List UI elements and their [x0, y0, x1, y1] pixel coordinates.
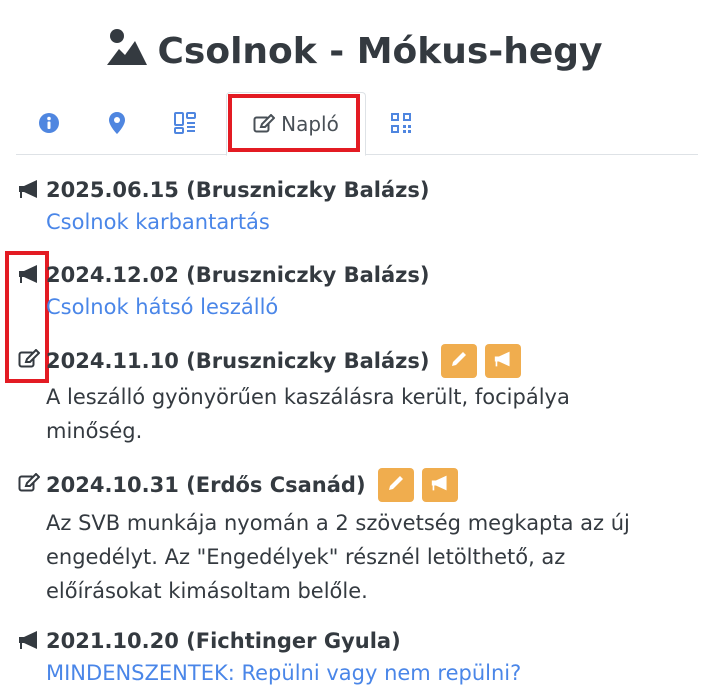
entry-link[interactable]: Csolnok hátsó leszálló: [46, 295, 278, 319]
tab-bar: Napló: [16, 92, 698, 156]
entry-header: 2024.12.02 (Bruszniczky Balázs): [46, 263, 430, 287]
page-title: Csolnok - Mókus-hegy: [0, 22, 708, 80]
edit-icon: [253, 114, 276, 134]
entry-text-line: A leszálló gyönyörűen kaszálásra került,…: [46, 385, 570, 409]
mountain-icon: [105, 27, 157, 76]
pencil-icon: [450, 349, 468, 373]
entry-header-row: 2024.10.31 (Erdős Csanád): [46, 468, 458, 502]
megaphone-icon: [16, 627, 42, 653]
announce-button[interactable]: [421, 468, 458, 502]
tab-log-label: Napló: [281, 112, 339, 136]
pencil-icon: [387, 473, 405, 497]
tab-layout[interactable]: [166, 92, 204, 154]
edit-icon: [16, 346, 42, 372]
edit-icon: [16, 470, 42, 496]
entry-text-line: Az SVB munkája nyomán a 2 szövetség megk…: [46, 511, 630, 535]
map-marker-icon: [108, 111, 126, 135]
entry-header: 2024.10.31 (Erdős Csanád): [46, 473, 366, 497]
entry-text-line: minőség.: [46, 419, 143, 443]
tab-location[interactable]: [98, 92, 136, 154]
info-circle-icon: [38, 112, 60, 134]
entry-link[interactable]: Csolnok karbantartás: [46, 210, 270, 234]
edit-button[interactable]: [377, 468, 414, 502]
tab-log[interactable]: Napló: [226, 92, 366, 156]
layout-grid-icon: [173, 111, 197, 135]
entry-header: 2025.06.15 (Bruszniczky Balázs): [46, 178, 430, 202]
megaphone-icon: [16, 176, 42, 202]
entry-text: A leszálló gyönyörűen kaszálásra került,…: [46, 380, 666, 448]
entry-header-row: 2024.11.10 (Bruszniczky Balázs): [46, 344, 522, 378]
page-title-text: Csolnok - Mókus-hegy: [157, 30, 603, 72]
entry-text-line: előírásokat kimásoltam belőle.: [46, 579, 368, 603]
entry-link[interactable]: MINDENSZENTEK: Repülni vagy nem repülni?: [46, 661, 521, 685]
tab-qr[interactable]: [382, 92, 420, 154]
qr-code-icon: [390, 112, 412, 134]
entry-header: 2024.11.10 (Bruszniczky Balázs): [46, 349, 430, 373]
megaphone-icon: [430, 473, 450, 497]
entry-header: 2021.10.20 (Fichtinger Gyula): [46, 629, 401, 653]
announce-button[interactable]: [485, 344, 522, 378]
entry-text-line: engedélyt. Az "Engedélyek" résznél letöl…: [46, 545, 566, 569]
entry-text: Az SVB munkája nyomán a 2 szövetség megk…: [46, 506, 666, 608]
edit-button[interactable]: [441, 344, 478, 378]
tab-info[interactable]: [30, 92, 68, 154]
megaphone-icon: [493, 349, 513, 373]
megaphone-icon: [16, 261, 42, 287]
